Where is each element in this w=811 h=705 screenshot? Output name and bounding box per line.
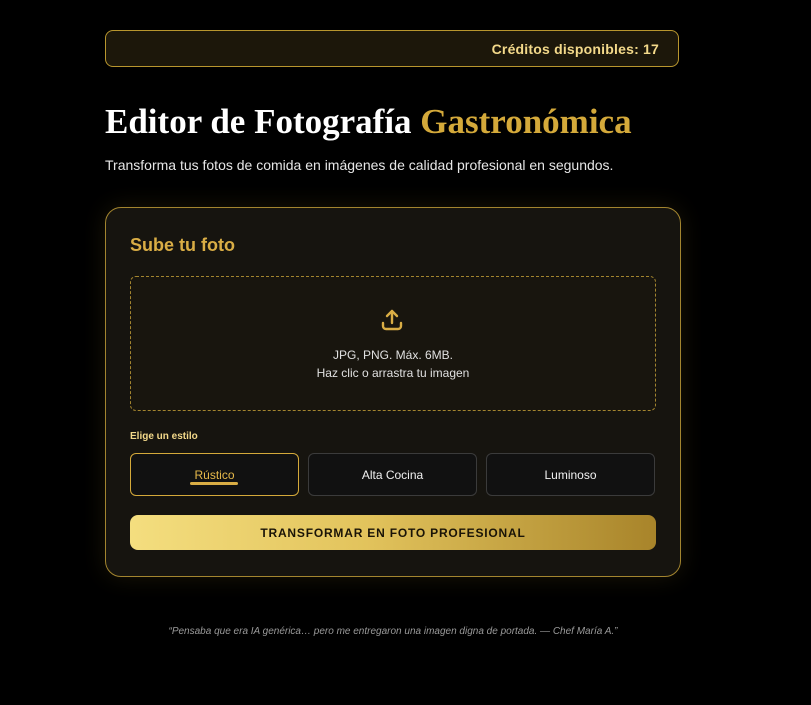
style-option-label: Rústico: [194, 467, 235, 482]
style-option-luminoso[interactable]: Luminoso: [486, 453, 655, 496]
credits-bar: Créditos disponibles: 17: [105, 30, 679, 67]
selected-indicator: [190, 482, 238, 485]
style-option-label: Luminoso: [544, 467, 597, 482]
transform-button[interactable]: TRANSFORMAR EN FOTO PROFESIONAL: [130, 515, 656, 550]
page-title-accent: Gastronómica: [420, 102, 632, 141]
style-option-label: Alta Cocina: [361, 467, 424, 482]
testimonial-quote: “Pensaba que era IA genérica… pero me en…: [168, 626, 618, 637]
upload-formats-text: JPG, PNG. Máx. 6MB.: [332, 348, 454, 362]
upload-card-title: Sube tu foto: [130, 235, 235, 255]
upload-card: Sube tu foto JPG, PNG. Máx. 6MB. Haz cli…: [105, 207, 681, 577]
style-option-rustico[interactable]: Rústico: [130, 453, 299, 496]
credits-counter: Créditos disponibles: 17: [491, 40, 659, 57]
upload-icon: [381, 309, 403, 331]
page-subtitle: Transforma tus fotos de comida en imágen…: [105, 157, 614, 173]
style-option-alta-cocina[interactable]: Alta Cocina: [308, 453, 477, 496]
page-title: Editor de Fotografía Gastronómica: [105, 98, 632, 146]
style-picker-label: Elige un estilo: [130, 431, 198, 442]
upload-dropzone[interactable]: JPG, PNG. Máx. 6MB. Haz clic o arrastra …: [130, 276, 656, 411]
upload-hint-text: Haz clic o arrastra tu imagen: [316, 366, 470, 380]
page-title-main: Editor de Fotografía: [105, 102, 412, 141]
